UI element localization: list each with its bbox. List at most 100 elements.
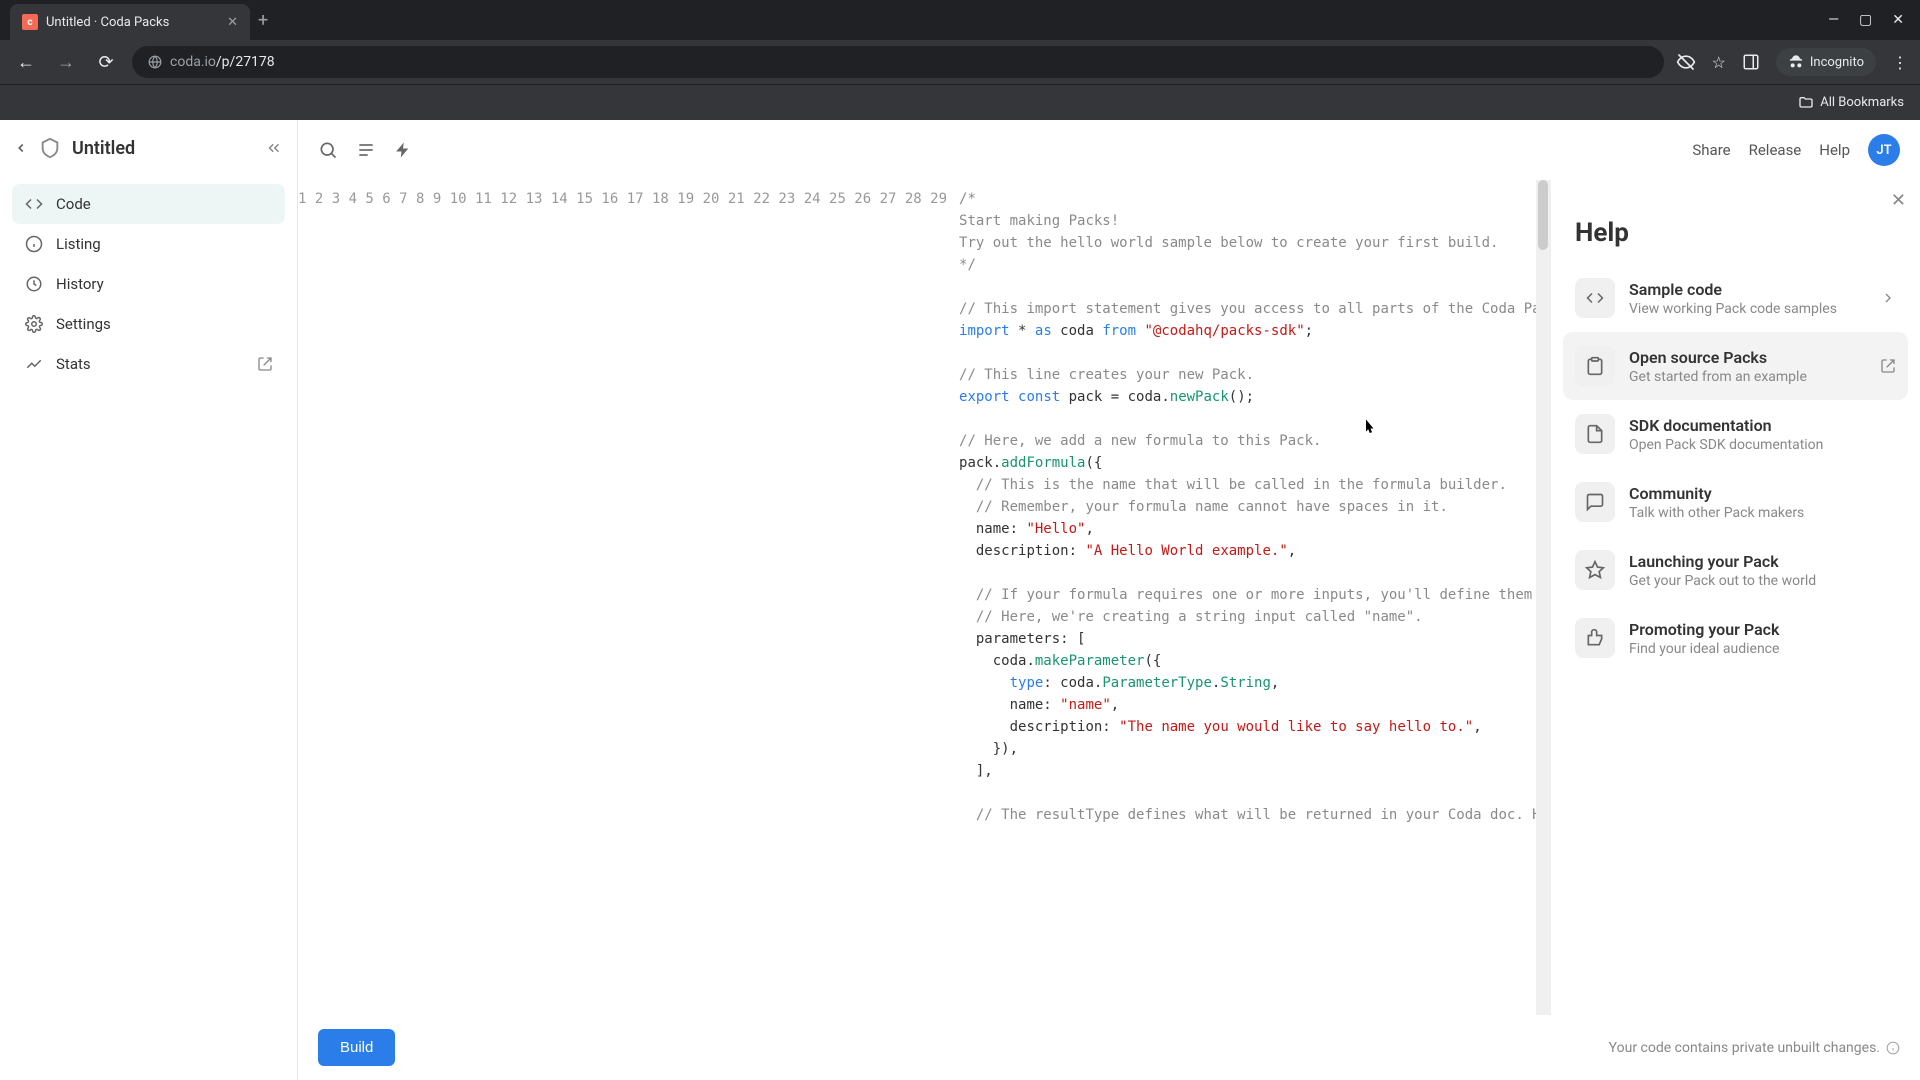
help-item-sub: Get your Pack out to the world: [1629, 573, 1896, 589]
sidebar: Untitled Code Listing History Settings Stats: [0, 120, 298, 1080]
sidebar-collapse-icon[interactable]: [265, 139, 283, 157]
browser-toolbar: ← → ⟳ coda.io/p/27178 ☆ Incognito ⋮: [0, 40, 1920, 84]
help-item-sample-code[interactable]: Sample codeView working Pack code sample…: [1563, 264, 1908, 332]
main-header: Share Release Help JT: [298, 120, 1920, 180]
share-button[interactable]: Share: [1692, 141, 1730, 159]
sidebar-item-stats[interactable]: Stats: [12, 344, 285, 384]
sidebar-back-icon[interactable]: [14, 141, 28, 155]
sidebar-item-history[interactable]: History: [12, 264, 285, 304]
tab-title: Untitled · Coda Packs: [46, 15, 169, 30]
help-item-open-source-packs[interactable]: Open source PacksGet started from an exa…: [1563, 332, 1908, 400]
search-icon[interactable]: [318, 140, 338, 160]
bolt-icon[interactable]: [394, 141, 412, 159]
sidebar-item-listing[interactable]: Listing: [12, 224, 285, 264]
thumb-icon: [1575, 618, 1615, 658]
help-item-title: Sample code: [1629, 280, 1866, 299]
stats-icon: [24, 354, 44, 374]
scrollbar-thumb[interactable]: [1538, 180, 1548, 250]
browser-menu-icon[interactable]: ⋮: [1892, 53, 1908, 72]
tab-strip: c Untitled · Coda Packs ✕ + — ▢ ✕: [0, 0, 1920, 40]
help-item-sub: Open Pack SDK documentation: [1629, 437, 1896, 453]
help-item-body: Promoting your PackFind your ideal audie…: [1629, 620, 1896, 657]
help-item-sub: Find your ideal audience: [1629, 641, 1896, 657]
info-icon[interactable]: [1886, 1041, 1900, 1055]
editor-scrollbar[interactable]: [1536, 180, 1550, 1080]
help-item-body: Sample codeView working Pack code sample…: [1629, 280, 1866, 317]
build-button[interactable]: Build: [318, 1029, 395, 1066]
clipboard-icon: [1575, 346, 1615, 386]
sidebar-header: Untitled: [0, 120, 297, 176]
help-item-body: Community Talk with other Pack makers: [1629, 484, 1896, 521]
bookmarks-bar: All Bookmarks: [0, 84, 1920, 120]
folder-icon: [1798, 95, 1814, 111]
code-area[interactable]: /* Start making Packs! Try out the hello…: [959, 180, 1536, 1080]
help-button[interactable]: Help: [1819, 141, 1850, 159]
help-item-sdk-documentation[interactable]: SDK documentation Open Pack SDK documenta…: [1563, 400, 1908, 468]
close-icon[interactable]: ✕: [1891, 190, 1906, 211]
pack-title[interactable]: Untitled: [72, 138, 135, 159]
info-icon: [24, 234, 44, 254]
bookmark-star-icon[interactable]: ☆: [1712, 53, 1726, 72]
main: Share Release Help JT 1 2 3 4 5 6 7 8 9 …: [298, 120, 1920, 1080]
logs-icon[interactable]: [356, 140, 376, 160]
all-bookmarks-label: All Bookmarks: [1820, 95, 1904, 110]
sidebar-item-label: Listing: [56, 235, 101, 253]
minimize-icon[interactable]: —: [1828, 12, 1839, 28]
all-bookmarks-button[interactable]: All Bookmarks: [1798, 95, 1904, 111]
help-item-body: Open source PacksGet started from an exa…: [1629, 348, 1866, 385]
help-item-title: Community: [1629, 484, 1896, 503]
help-panel-title: Help: [1551, 194, 1920, 264]
reload-button[interactable]: ⟳: [92, 52, 120, 73]
tab-close-icon[interactable]: ✕: [227, 15, 238, 30]
sidebar-item-label: Settings: [56, 315, 111, 333]
chat-icon: [1575, 482, 1615, 522]
help-item-community[interactable]: Community Talk with other Pack makers: [1563, 468, 1908, 536]
incognito-label: Incognito: [1810, 55, 1864, 70]
help-item-title: SDK documentation: [1629, 416, 1896, 435]
external-link-icon: [257, 356, 273, 372]
code-icon: [24, 194, 44, 214]
help-item-sub: Talk with other Pack makers: [1629, 505, 1896, 521]
help-item-launching-your-pack[interactable]: Launching your Pack Get your Pack out to …: [1563, 536, 1908, 604]
incognito-icon: [1788, 54, 1804, 70]
help-item-body: SDK documentation Open Pack SDK documenta…: [1629, 416, 1896, 453]
site-info-icon: [148, 55, 162, 69]
gear-icon: [24, 314, 44, 334]
code-editor[interactable]: 1 2 3 4 5 6 7 8 9 10 11 12 13 14 15 16 1…: [298, 180, 1550, 1080]
incognito-eye-icon[interactable]: [1676, 52, 1696, 72]
build-bar: Build Your code contains private unbuilt…: [298, 1015, 1920, 1080]
sidebar-item-label: History: [56, 275, 104, 293]
browser-tab[interactable]: c Untitled · Coda Packs ✕: [10, 4, 250, 40]
chevron-right-icon: [1880, 290, 1896, 306]
url-bar[interactable]: coda.io/p/27178: [132, 46, 1664, 78]
sidebar-item-code[interactable]: Code: [12, 184, 285, 224]
sidebar-item-label: Code: [56, 195, 91, 213]
new-tab-button[interactable]: +: [250, 2, 276, 39]
avatar[interactable]: JT: [1868, 134, 1900, 166]
star-icon: [1575, 550, 1615, 590]
external-link-icon: [1880, 358, 1896, 374]
help-item-title: Launching your Pack: [1629, 552, 1896, 571]
sidebar-item-label: Stats: [56, 355, 91, 373]
build-status-text: Your code contains private unbuilt chang…: [1609, 1040, 1880, 1056]
url-domain: coda.io: [170, 54, 216, 70]
help-item-title: Open source Packs: [1629, 348, 1866, 367]
incognito-badge[interactable]: Incognito: [1776, 48, 1876, 76]
help-panel: ✕ Help Sample codeView working Pack code…: [1550, 180, 1920, 1080]
sidebar-item-settings[interactable]: Settings: [12, 304, 285, 344]
close-window-icon[interactable]: ✕: [1892, 12, 1904, 28]
browser-chrome: c Untitled · Coda Packs ✕ + — ▢ ✕ ← → ⟳ …: [0, 0, 1920, 120]
sidepanel-icon[interactable]: [1742, 53, 1760, 71]
sidebar-nav: Code Listing History Settings Stats: [0, 176, 297, 392]
forward-button[interactable]: →: [52, 52, 80, 73]
help-item-promoting-your-pack[interactable]: Promoting your PackFind your ideal audie…: [1563, 604, 1908, 672]
back-button[interactable]: ←: [12, 52, 40, 73]
maximize-icon[interactable]: ▢: [1859, 12, 1872, 28]
line-gutter: 1 2 3 4 5 6 7 8 9 10 11 12 13 14 15 16 1…: [298, 180, 959, 1080]
code-icon: [1575, 278, 1615, 318]
help-list: Sample codeView working Pack code sample…: [1551, 264, 1920, 1025]
release-button[interactable]: Release: [1749, 141, 1802, 159]
build-status: Your code contains private unbuilt chang…: [1609, 1040, 1900, 1056]
window-controls: — ▢ ✕: [1828, 12, 1920, 28]
doc-icon: [1575, 414, 1615, 454]
